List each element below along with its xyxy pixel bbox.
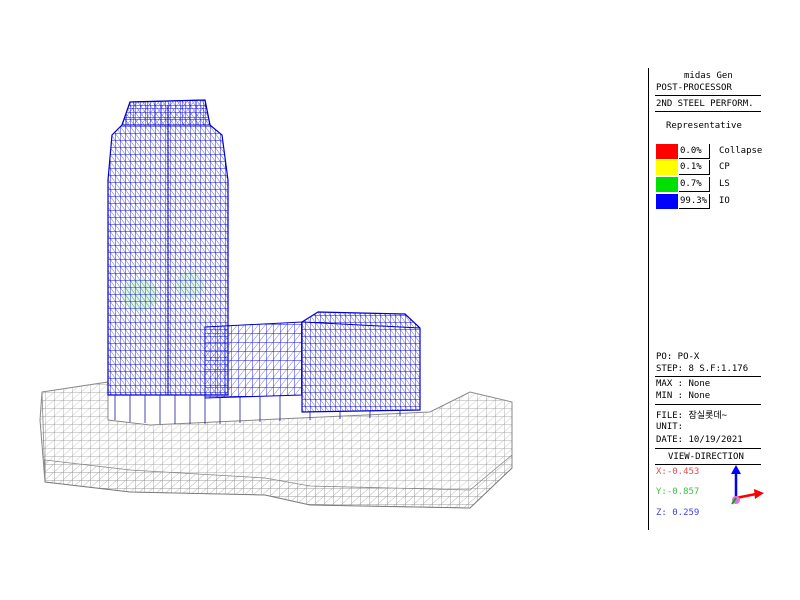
legend-swatch [656,194,678,209]
file-label: FILE: 잠실롯데~ [656,411,728,421]
panel-divider [648,68,649,530]
unit-label: UNIT: [656,422,684,432]
divider [655,95,761,96]
view-x-value: X:-0.453 [656,467,700,477]
legend-swatch [656,177,678,192]
view-y-value: Y:-0.857 [656,487,700,497]
podium-structure [39,381,513,509]
legend-swatch [656,144,678,159]
module-name: POST-PROCESSOR [656,83,732,93]
legend-label: Collapse [719,146,763,156]
divider [655,448,761,449]
low-wing-structure [204,311,421,413]
divider [655,111,761,112]
legend-percent: 99.3% [679,194,710,209]
po-label: PO: PO-X [656,352,700,362]
legend-label: IO [719,196,730,206]
divider [655,376,761,377]
divider [655,404,761,405]
date-label: DATE: 10/19/2021 [656,435,743,445]
step-label: STEP: 8 S.F:1.176 [656,364,749,374]
result-type: 2ND STEEL PERFORM. [656,99,754,109]
legend-percent: 0.7% [679,177,710,192]
legend-panel: midas Gen POST-PROCESSOR 2ND STEEL PERFO… [650,68,800,530]
legend-percent: 0.0% [679,144,710,159]
axis-triad-icon [731,465,764,505]
legend-label: CP [719,162,730,172]
model-viewport[interactable] [0,0,648,600]
max-label: MAX : None [656,379,711,389]
min-label: MIN : None [656,391,711,401]
legend-label: LS [719,179,730,189]
app-name: midas Gen [684,71,733,81]
legend-swatch [656,160,678,175]
view-direction-title: VIEW-DIRECTION [668,452,744,462]
view-z-value: Z: 0.259 [656,508,700,518]
legend-percent: 0.1% [679,160,710,175]
mode-label: Representative [666,121,742,131]
